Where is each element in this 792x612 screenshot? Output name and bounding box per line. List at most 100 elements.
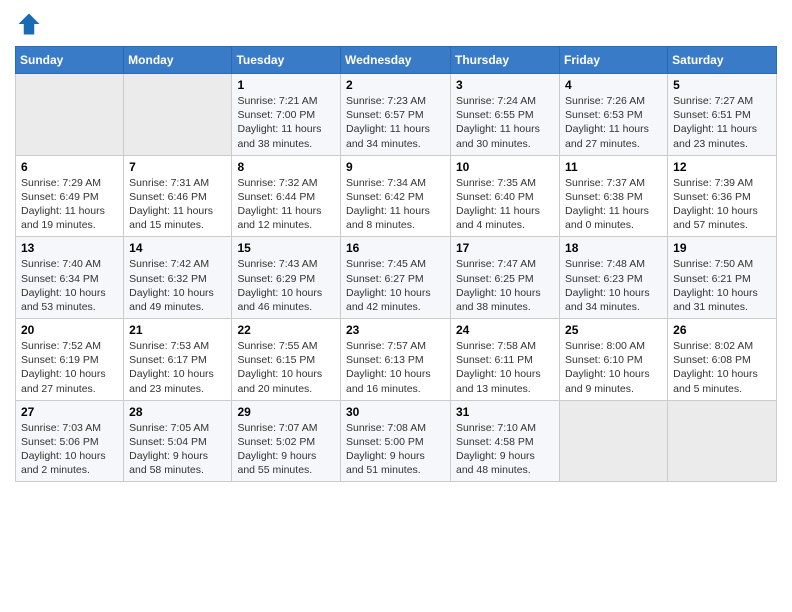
day-info: Sunrise: 7:42 AM Sunset: 6:32 PM Dayligh… bbox=[129, 257, 226, 314]
calendar-day: 29 Sunrise: 7:07 AM Sunset: 5:02 PM Dayli… bbox=[232, 400, 341, 482]
day-info: Sunrise: 7:47 AM Sunset: 6:25 PM Dayligh… bbox=[456, 257, 554, 314]
day-number: 13 bbox=[21, 241, 118, 255]
calendar-day: 31 Sunrise: 7:10 AM Sunset: 4:58 PM Dayli… bbox=[451, 400, 560, 482]
day-info: Sunrise: 7:58 AM Sunset: 6:11 PM Dayligh… bbox=[456, 339, 554, 396]
calendar-day: 27 Sunrise: 7:03 AM Sunset: 5:06 PM Dayli… bbox=[16, 400, 124, 482]
calendar-day: 11 Sunrise: 7:37 AM Sunset: 6:38 PM Dayli… bbox=[560, 155, 668, 237]
calendar-day: 28Sunrise: 7:05 AM Sunset: 5:04 PM Dayli… bbox=[124, 400, 232, 482]
day-info: Sunrise: 7:29 AM Sunset: 6:49 PM Dayligh… bbox=[21, 176, 118, 233]
day-number: 16 bbox=[346, 241, 445, 255]
day-number: 1 bbox=[237, 78, 335, 92]
calendar-day: 1 Sunrise: 7:21 AM Sunset: 7:00 PM Daylig… bbox=[232, 74, 341, 156]
calendar-day: 4 Sunrise: 7:26 AM Sunset: 6:53 PM Daylig… bbox=[560, 74, 668, 156]
weekday-header: Sunday bbox=[16, 47, 124, 74]
day-number: 3 bbox=[456, 78, 554, 92]
day-info: Sunrise: 7:50 AM Sunset: 6:21 PM Dayligh… bbox=[673, 257, 771, 314]
day-info: Sunrise: 7:27 AM Sunset: 6:51 PM Dayligh… bbox=[673, 94, 771, 151]
calendar-day: 12 Sunrise: 7:39 AM Sunset: 6:36 PM Dayli… bbox=[668, 155, 777, 237]
logo-icon bbox=[15, 10, 43, 38]
day-info: Sunrise: 7:26 AM Sunset: 6:53 PM Dayligh… bbox=[565, 94, 662, 151]
day-number: 24 bbox=[456, 323, 554, 337]
calendar-day: 30Sunrise: 7:08 AM Sunset: 5:00 PM Dayli… bbox=[341, 400, 451, 482]
calendar-day bbox=[124, 74, 232, 156]
calendar-day: 5Sunrise: 7:27 AM Sunset: 6:51 PM Daylig… bbox=[668, 74, 777, 156]
day-number: 21 bbox=[129, 323, 226, 337]
calendar-day: 21 Sunrise: 7:53 AM Sunset: 6:17 PM Dayli… bbox=[124, 319, 232, 401]
day-info: Sunrise: 7:10 AM Sunset: 4:58 PM Dayligh… bbox=[456, 421, 554, 478]
day-info: Sunrise: 7:55 AM Sunset: 6:15 PM Dayligh… bbox=[237, 339, 335, 396]
day-number: 18 bbox=[565, 241, 662, 255]
day-number: 22 bbox=[237, 323, 335, 337]
weekday-header: Thursday bbox=[451, 47, 560, 74]
calendar-day: 9 Sunrise: 7:34 AM Sunset: 6:42 PM Daylig… bbox=[341, 155, 451, 237]
day-number: 29 bbox=[237, 405, 335, 419]
calendar-day: 19 Sunrise: 7:50 AM Sunset: 6:21 PM Dayli… bbox=[668, 237, 777, 319]
day-info: Sunrise: 7:03 AM Sunset: 5:06 PM Dayligh… bbox=[21, 421, 118, 478]
day-info: Sunrise: 7:57 AM Sunset: 6:13 PM Dayligh… bbox=[346, 339, 445, 396]
calendar-day: 14 Sunrise: 7:42 AM Sunset: 6:32 PM Dayli… bbox=[124, 237, 232, 319]
day-info: Sunrise: 7:21 AM Sunset: 7:00 PM Dayligh… bbox=[237, 94, 335, 151]
calendar-day: 16 Sunrise: 7:45 AM Sunset: 6:27 PM Dayli… bbox=[341, 237, 451, 319]
day-info: Sunrise: 8:02 AM Sunset: 6:08 PM Dayligh… bbox=[673, 339, 771, 396]
calendar-day: 25 Sunrise: 8:00 AM Sunset: 6:10 PM Dayli… bbox=[560, 319, 668, 401]
day-info: Sunrise: 7:45 AM Sunset: 6:27 PM Dayligh… bbox=[346, 257, 445, 314]
day-number: 28 bbox=[129, 405, 226, 419]
day-number: 27 bbox=[21, 405, 118, 419]
calendar-day: 22 Sunrise: 7:55 AM Sunset: 6:15 PM Dayli… bbox=[232, 319, 341, 401]
day-info: Sunrise: 7:07 AM Sunset: 5:02 PM Dayligh… bbox=[237, 421, 335, 478]
day-info: Sunrise: 7:40 AM Sunset: 6:34 PM Dayligh… bbox=[21, 257, 118, 314]
day-info: Sunrise: 7:34 AM Sunset: 6:42 PM Dayligh… bbox=[346, 176, 445, 233]
weekday-header: Tuesday bbox=[232, 47, 341, 74]
day-number: 31 bbox=[456, 405, 554, 419]
calendar-day: 15Sunrise: 7:43 AM Sunset: 6:29 PM Dayli… bbox=[232, 237, 341, 319]
day-number: 19 bbox=[673, 241, 771, 255]
calendar-day: 10 Sunrise: 7:35 AM Sunset: 6:40 PM Dayli… bbox=[451, 155, 560, 237]
weekday-header: Saturday bbox=[668, 47, 777, 74]
calendar-day: 2 Sunrise: 7:23 AM Sunset: 6:57 PM Daylig… bbox=[341, 74, 451, 156]
day-number: 10 bbox=[456, 160, 554, 174]
day-number: 15 bbox=[237, 241, 335, 255]
calendar-day bbox=[668, 400, 777, 482]
day-number: 6 bbox=[21, 160, 118, 174]
weekday-header: Friday bbox=[560, 47, 668, 74]
calendar-week: 27 Sunrise: 7:03 AM Sunset: 5:06 PM Dayli… bbox=[16, 400, 777, 482]
calendar-day: 26Sunrise: 8:02 AM Sunset: 6:08 PM Dayli… bbox=[668, 319, 777, 401]
day-info: Sunrise: 8:00 AM Sunset: 6:10 PM Dayligh… bbox=[565, 339, 662, 396]
day-number: 4 bbox=[565, 78, 662, 92]
day-number: 9 bbox=[346, 160, 445, 174]
calendar-day: 13 Sunrise: 7:40 AM Sunset: 6:34 PM Dayli… bbox=[16, 237, 124, 319]
day-info: Sunrise: 7:48 AM Sunset: 6:23 PM Dayligh… bbox=[565, 257, 662, 314]
calendar-day: 7Sunrise: 7:31 AM Sunset: 6:46 PM Daylig… bbox=[124, 155, 232, 237]
weekday-header: Wednesday bbox=[341, 47, 451, 74]
day-info: Sunrise: 7:31 AM Sunset: 6:46 PM Dayligh… bbox=[129, 176, 226, 233]
day-info: Sunrise: 7:37 AM Sunset: 6:38 PM Dayligh… bbox=[565, 176, 662, 233]
calendar-day: 24 Sunrise: 7:58 AM Sunset: 6:11 PM Dayli… bbox=[451, 319, 560, 401]
day-number: 25 bbox=[565, 323, 662, 337]
day-number: 8 bbox=[237, 160, 335, 174]
calendar-week: 13 Sunrise: 7:40 AM Sunset: 6:34 PM Dayli… bbox=[16, 237, 777, 319]
day-info: Sunrise: 7:52 AM Sunset: 6:19 PM Dayligh… bbox=[21, 339, 118, 396]
day-number: 14 bbox=[129, 241, 226, 255]
day-number: 11 bbox=[565, 160, 662, 174]
calendar-day: 6 Sunrise: 7:29 AM Sunset: 6:49 PM Daylig… bbox=[16, 155, 124, 237]
day-number: 17 bbox=[456, 241, 554, 255]
calendar-day: 8 Sunrise: 7:32 AM Sunset: 6:44 PM Daylig… bbox=[232, 155, 341, 237]
calendar-header: SundayMondayTuesdayWednesdayThursdayFrid… bbox=[16, 47, 777, 74]
day-number: 2 bbox=[346, 78, 445, 92]
calendar-day: 18 Sunrise: 7:48 AM Sunset: 6:23 PM Dayli… bbox=[560, 237, 668, 319]
day-info: Sunrise: 7:53 AM Sunset: 6:17 PM Dayligh… bbox=[129, 339, 226, 396]
calendar-day: 20 Sunrise: 7:52 AM Sunset: 6:19 PM Dayli… bbox=[16, 319, 124, 401]
day-info: Sunrise: 7:35 AM Sunset: 6:40 PM Dayligh… bbox=[456, 176, 554, 233]
day-info: Sunrise: 7:39 AM Sunset: 6:36 PM Dayligh… bbox=[673, 176, 771, 233]
day-info: Sunrise: 7:23 AM Sunset: 6:57 PM Dayligh… bbox=[346, 94, 445, 151]
day-number: 12 bbox=[673, 160, 771, 174]
day-number: 20 bbox=[21, 323, 118, 337]
calendar-week: 20 Sunrise: 7:52 AM Sunset: 6:19 PM Dayli… bbox=[16, 319, 777, 401]
logo bbox=[15, 10, 45, 38]
day-info: Sunrise: 7:24 AM Sunset: 6:55 PM Dayligh… bbox=[456, 94, 554, 151]
weekday-header: Monday bbox=[124, 47, 232, 74]
day-info: Sunrise: 7:32 AM Sunset: 6:44 PM Dayligh… bbox=[237, 176, 335, 233]
calendar-table: SundayMondayTuesdayWednesdayThursdayFrid… bbox=[15, 46, 777, 482]
day-number: 30 bbox=[346, 405, 445, 419]
calendar-day bbox=[560, 400, 668, 482]
